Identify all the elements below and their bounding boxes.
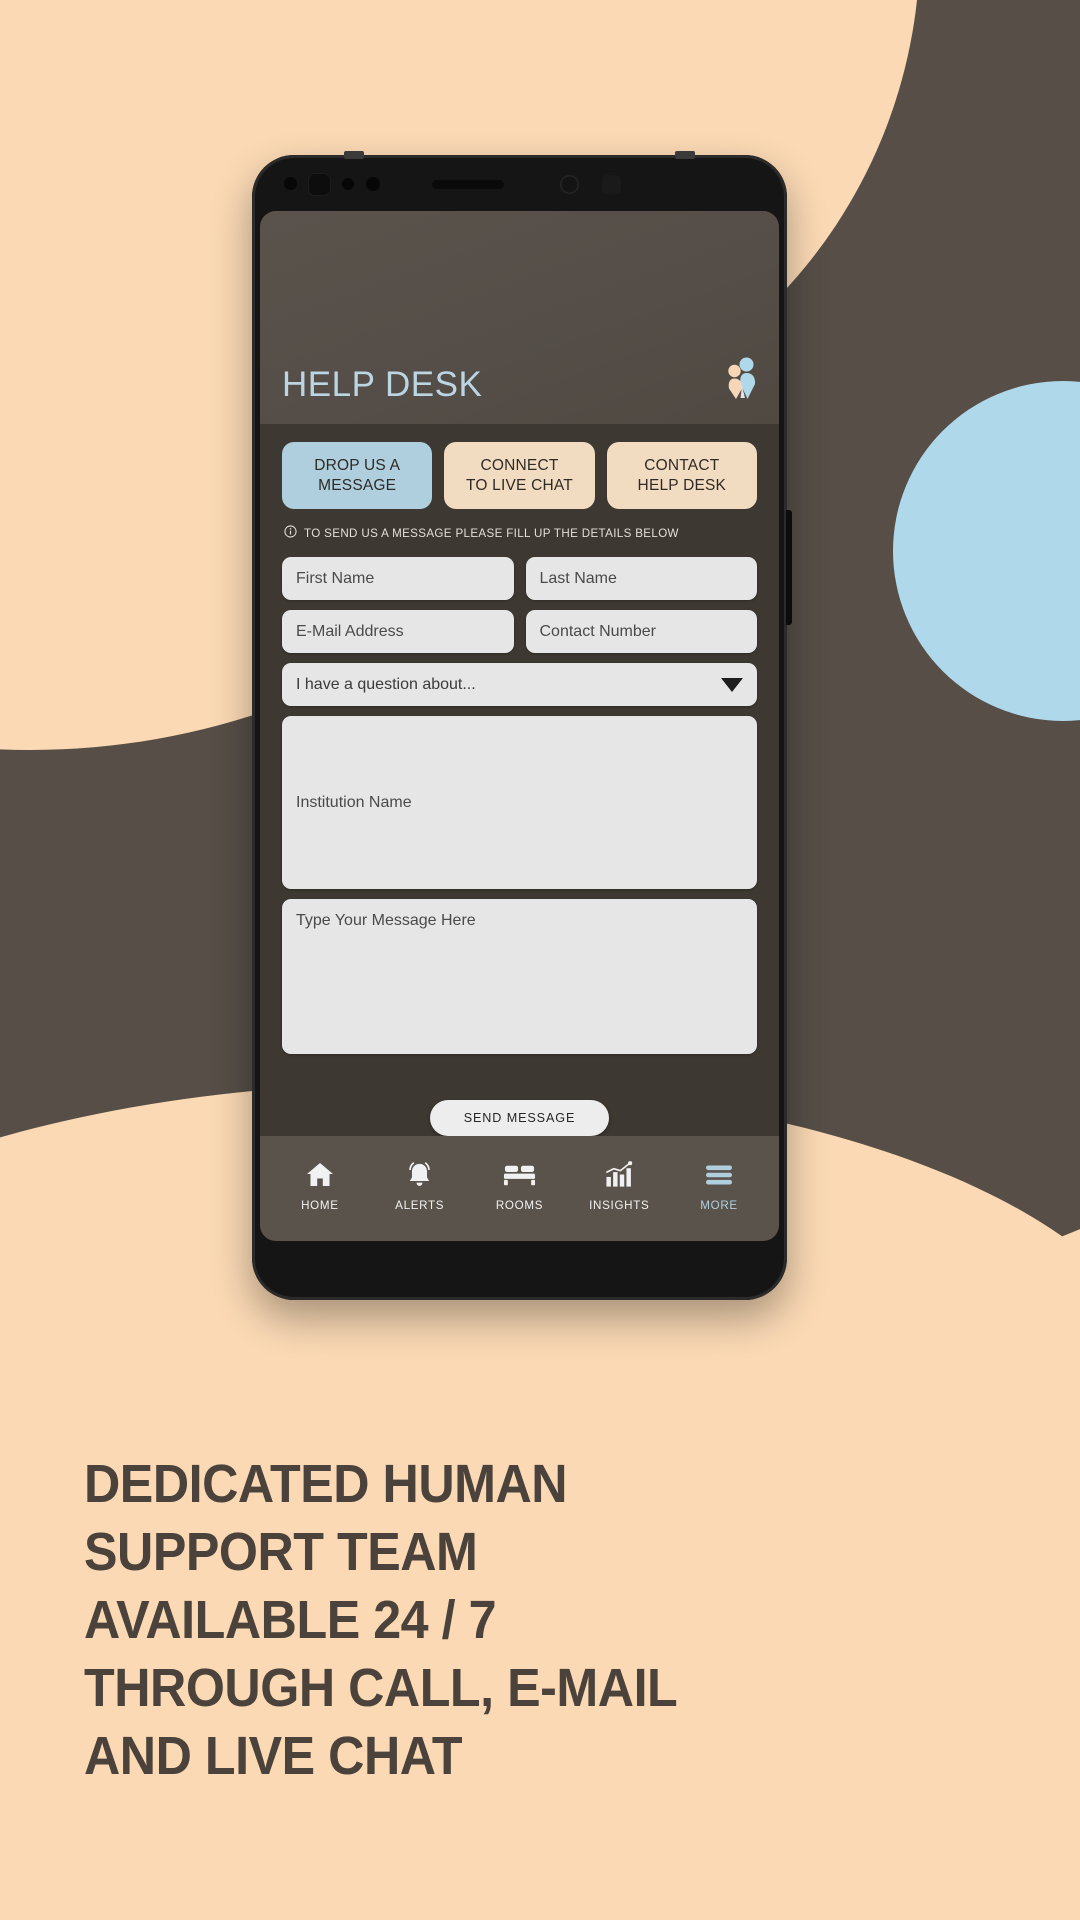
form-hint-text: TO SEND US A MESSAGE PLEASE FILL UP THE … (304, 526, 679, 540)
home-icon (306, 1160, 334, 1190)
tab-label-line1: DROP US A (314, 457, 401, 474)
earpiece-speaker-icon (432, 180, 504, 189)
tab-bar: DROP US A MESSAGE CONNECT TO LIVE CHAT C… (260, 424, 779, 510)
tab-label-line2: MESSAGE (318, 476, 397, 494)
nav-item-more[interactable]: MORE (673, 1160, 765, 1212)
tab-drop-us-a-message[interactable]: DROP US A MESSAGE (282, 442, 433, 510)
bar-chart-icon (605, 1160, 634, 1190)
name-row: First Name Last Name (282, 557, 757, 601)
contact-number-input[interactable]: Contact Number (525, 610, 757, 654)
light-sensor-icon (342, 178, 354, 190)
hamburger-menu-icon (705, 1160, 733, 1190)
nav-item-rooms[interactable]: ROOMS (473, 1160, 565, 1212)
iris-scanner-icon (308, 173, 331, 196)
chevron-down-icon (721, 677, 743, 692)
first-name-input[interactable]: First Name (282, 557, 514, 601)
nav-item-alerts[interactable]: ALERTS (374, 1160, 466, 1212)
bed-icon (503, 1160, 536, 1190)
tab-label-line1: CONTACT (644, 457, 720, 474)
headline-line-1: DEDICATED HUMAN (84, 1454, 568, 1514)
poster-canvas: HELP DESK DROP US A MESSAGE CONNECT TO L… (0, 0, 1080, 1920)
nav-label: MORE (700, 1198, 738, 1212)
tab-connect-to-live-chat[interactable]: CONNECT TO LIVE CHAT (444, 442, 595, 510)
form-hint: TO SEND US A MESSAGE PLEASE FILL UP THE … (260, 509, 779, 541)
tab-label-line2: HELP DESK (637, 476, 727, 494)
headline-line-5: AND LIVE CHAT (84, 1726, 463, 1787)
phone-top-bezel (252, 155, 787, 211)
send-message-button[interactable]: SEND MESSAGE (429, 1100, 610, 1136)
nav-label: ROOMS (495, 1198, 544, 1212)
email-input[interactable]: E-Mail Address (282, 610, 514, 654)
contact-row: E-Mail Address Contact Number (282, 610, 757, 654)
headline-block: DEDICATED HUMAN SUPPORT TEAM AVAILABLE 2… (84, 1450, 828, 1790)
last-name-input[interactable]: Last Name (525, 557, 757, 601)
nav-label: ALERTS (395, 1198, 445, 1212)
headline-line-4: THROUGH CALL, E-MAIL (84, 1658, 678, 1719)
app-bar: HELP DESK (260, 211, 779, 424)
info-circle-icon (284, 525, 297, 541)
tab-label-line2: TO LIVE CHAT (466, 476, 573, 494)
contact-form: First Name Last Name E-Mail Address Cont… (260, 541, 779, 1136)
headline-line-2: SUPPORT TEAM (84, 1522, 478, 1583)
nav-item-home[interactable]: HOME (274, 1160, 366, 1212)
led-indicator-icon (602, 175, 621, 194)
send-button-row: SEND MESSAGE (282, 1064, 757, 1136)
topic-select-value: I have a question about... (296, 675, 476, 693)
front-camera-icon (366, 177, 380, 191)
phone-screen: HELP DESK DROP US A MESSAGE CONNECT TO L… (260, 211, 779, 1241)
message-textarea[interactable]: Type Your Message Here (282, 899, 757, 1054)
bottom-navigation: HOME ALERTS ROOMS INSIGHTS MORE (260, 1136, 779, 1241)
institution-name-input[interactable]: Institution Name (282, 716, 757, 889)
tab-contact-help-desk[interactable]: CONTACT HELP DESK (606, 442, 757, 510)
phone-side-button[interactable] (786, 510, 792, 625)
phone-mockup: HELP DESK DROP US A MESSAGE CONNECT TO L… (252, 151, 792, 1300)
bell-icon (406, 1160, 433, 1190)
nav-item-insights[interactable]: INSIGHTS (573, 1160, 665, 1212)
nav-label: INSIGHTS (589, 1198, 650, 1212)
secondary-sensor-icon (560, 175, 579, 194)
page-title: HELP DESK (282, 365, 483, 404)
headline-line-3: AVAILABLE 24 / 7 (84, 1590, 497, 1651)
two-people-logo-icon (723, 356, 757, 400)
nav-label: HOME (301, 1198, 339, 1212)
tab-label-line1: CONNECT (480, 457, 559, 474)
proximity-sensor-icon (284, 177, 297, 190)
topic-select[interactable]: I have a question about... (282, 663, 757, 707)
